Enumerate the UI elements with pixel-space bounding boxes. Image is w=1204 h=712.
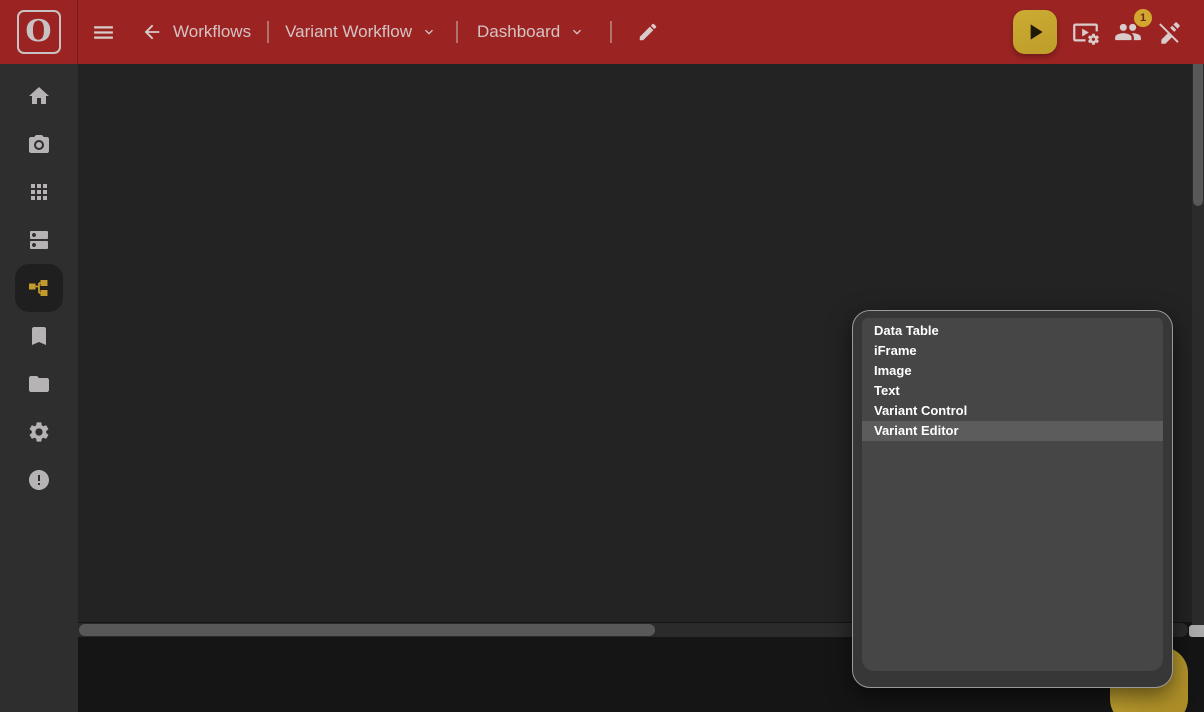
play-icon	[1022, 19, 1048, 45]
app-logo: O	[0, 0, 78, 64]
edit-off-icon	[1157, 19, 1183, 45]
sidebar-item-settings[interactable]	[15, 408, 63, 456]
top-bar: O Workflows Variant Workflow Dashboard	[0, 0, 1204, 64]
chevron-down-icon	[421, 24, 437, 40]
edit-view-button[interactable]	[637, 21, 659, 43]
apps-grid-icon	[27, 180, 51, 204]
video-settings-button[interactable]	[1072, 19, 1099, 46]
sidebar-item-camera[interactable]	[15, 120, 63, 168]
error-icon	[27, 468, 51, 492]
folder-icon	[27, 372, 51, 396]
header-actions: 1	[1013, 10, 1204, 54]
sidebar-item-files[interactable]	[15, 360, 63, 408]
breadcrumb-separator	[267, 21, 269, 43]
component-dropdown-list: Data Table iFrame Image Text Variant Con…	[862, 318, 1163, 671]
dropdown-item-text[interactable]: Text	[862, 381, 1163, 401]
logo-letter: O	[17, 10, 61, 54]
menu-button[interactable]	[91, 20, 116, 45]
sidebar	[0, 64, 78, 712]
breadcrumb-separator	[610, 21, 612, 43]
dropdown-item-iframe[interactable]: iFrame	[862, 341, 1163, 361]
vertical-scrollbar-thumb[interactable]	[1193, 64, 1203, 206]
workflow-name-label: Variant Workflow	[285, 22, 412, 42]
dns-icon	[27, 228, 51, 252]
dropdown-item-image[interactable]: Image	[862, 361, 1163, 381]
sidebar-item-workflows[interactable]	[15, 264, 63, 312]
exit-edit-button[interactable]	[1157, 19, 1183, 45]
users-button[interactable]: 1	[1114, 18, 1142, 46]
sidebar-item-alerts[interactable]	[15, 456, 63, 504]
back-arrow-icon	[141, 21, 163, 43]
breadcrumb-section-label: Workflows	[173, 22, 251, 42]
view-selector[interactable]: Dashboard	[477, 22, 585, 42]
sidebar-item-apps[interactable]	[15, 168, 63, 216]
session-count-badge: 1	[1134, 9, 1152, 27]
scrollbar-corner-thumb[interactable]	[1189, 625, 1204, 637]
back-button[interactable]	[141, 21, 163, 43]
home-icon	[27, 84, 51, 108]
horizontal-scrollbar-thumb[interactable]	[79, 624, 655, 636]
breadcrumb-separator	[456, 21, 458, 43]
run-workflow-button[interactable]	[1013, 10, 1057, 54]
workflow-schema-icon	[27, 276, 51, 300]
component-dropdown: Data Table iFrame Image Text Variant Con…	[852, 310, 1173, 688]
sidebar-item-bookmarks[interactable]	[15, 312, 63, 360]
dropdown-item-data-table[interactable]: Data Table	[862, 321, 1163, 341]
chevron-down-icon	[569, 24, 585, 40]
sidebar-item-home[interactable]	[15, 72, 63, 120]
vertical-scrollbar[interactable]	[1192, 64, 1204, 637]
workflow-selector[interactable]: Variant Workflow	[285, 22, 437, 42]
dropdown-item-variant-editor[interactable]: Variant Editor	[862, 421, 1163, 441]
bookmark-icon	[27, 324, 51, 348]
edit-icon	[637, 21, 659, 43]
view-name-label: Dashboard	[477, 22, 560, 42]
camera-icon	[27, 132, 51, 156]
dropdown-item-variant-control[interactable]: Variant Control	[862, 401, 1163, 421]
settings-gear-icon	[27, 420, 51, 444]
sidebar-item-storage[interactable]	[15, 216, 63, 264]
video-settings-icon	[1072, 19, 1099, 46]
menu-icon	[91, 20, 116, 45]
